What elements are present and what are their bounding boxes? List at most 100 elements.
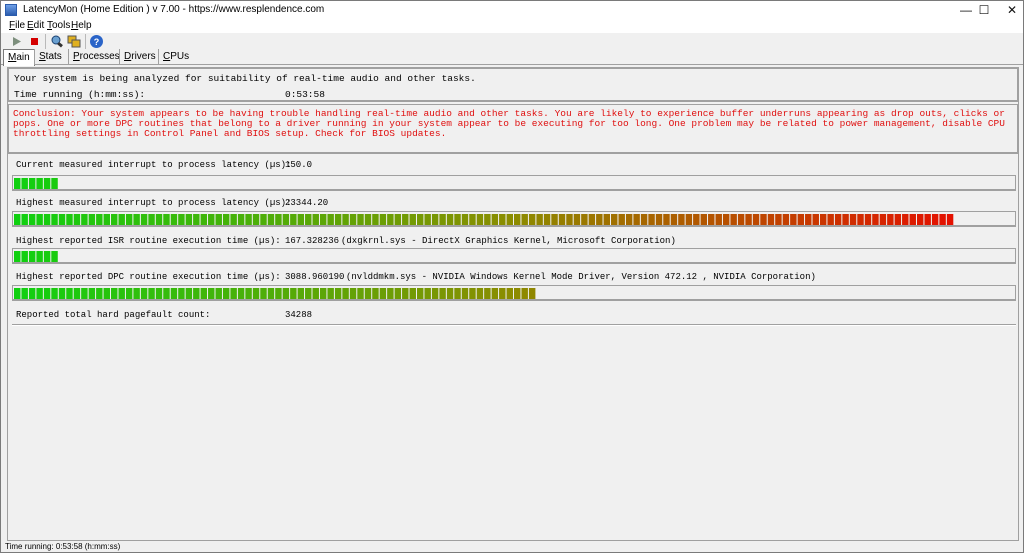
bar-segment xyxy=(439,288,446,299)
bar-segment xyxy=(357,214,364,225)
bar-segment xyxy=(305,288,312,299)
bar-segment xyxy=(245,214,252,225)
bar-segment xyxy=(14,251,21,262)
tab-processes[interactable]: Processes xyxy=(68,49,124,65)
bar-segment xyxy=(43,288,51,299)
toolbar: ? xyxy=(1,33,1023,50)
bar-segment xyxy=(812,214,819,225)
bar-segment xyxy=(902,214,909,225)
bar-segment xyxy=(394,214,402,225)
isr-time-value: 167.328236 xyxy=(285,236,340,246)
bar-segment xyxy=(230,214,237,225)
bar-segment xyxy=(28,251,36,262)
bar-segment xyxy=(514,214,521,225)
bar-segment xyxy=(625,214,633,225)
bar-segment xyxy=(170,214,178,225)
bar-segment xyxy=(215,214,222,225)
bar-segment xyxy=(185,214,193,225)
analyze-icon[interactable] xyxy=(49,34,64,49)
bar-segment xyxy=(155,288,163,299)
bar-segment xyxy=(36,251,43,262)
bar-segment xyxy=(125,214,133,225)
bar-segment xyxy=(797,214,805,225)
tab-stats[interactable]: Stats xyxy=(34,49,66,65)
dpc-time-bar xyxy=(12,285,1016,301)
bar-segment xyxy=(543,214,551,225)
bar-segment xyxy=(939,214,946,225)
bar-segment xyxy=(424,288,431,299)
bar-segment xyxy=(96,214,103,225)
isr-driver-detail: (dxgkrnl.sys - DirectX Graphics Kernel, … xyxy=(341,236,676,246)
dpc-driver-detail: (nvlddmkm.sys - NVIDIA Windows Kernel Mo… xyxy=(346,272,816,282)
analysis-status-box: Your system is being analyzed for suitab… xyxy=(8,68,1018,102)
bar-segment xyxy=(88,214,96,225)
bar-segment xyxy=(916,214,924,225)
bar-segment xyxy=(409,288,416,299)
bar-segment xyxy=(491,288,499,299)
bar-segment xyxy=(237,288,245,299)
bar-segment xyxy=(618,214,625,225)
bar-segment xyxy=(36,214,43,225)
bar-segment xyxy=(21,288,28,299)
bar-segment xyxy=(909,214,916,225)
stop-icon[interactable] xyxy=(27,34,42,49)
bar-segment xyxy=(200,288,208,299)
menu-file[interactable]: File xyxy=(9,20,25,31)
bar-segment xyxy=(931,214,939,225)
menu-edit[interactable]: Edit xyxy=(27,20,44,31)
pagefault-label: Reported total hard pagefault count: xyxy=(16,310,211,320)
bar-segment xyxy=(14,288,21,299)
bar-segment xyxy=(51,178,58,189)
bar-segment xyxy=(551,214,558,225)
menu-help[interactable]: Help xyxy=(71,20,92,31)
tab-main[interactable]: Main xyxy=(3,49,35,66)
play-icon[interactable] xyxy=(9,34,24,49)
bar-segment xyxy=(260,214,267,225)
bar-segment xyxy=(894,214,902,225)
bar-segment xyxy=(752,214,760,225)
bar-segment xyxy=(140,288,148,299)
toolbar-separator xyxy=(45,34,46,49)
bar-segment xyxy=(290,214,297,225)
bar-segment xyxy=(379,288,387,299)
bar-segment xyxy=(588,214,596,225)
bar-segment xyxy=(484,288,491,299)
tab-cpus[interactable]: CPUs xyxy=(158,49,193,65)
bar-segment xyxy=(14,214,21,225)
bar-segment xyxy=(655,214,663,225)
bar-segment xyxy=(267,214,275,225)
current-latency-bar xyxy=(12,175,1016,191)
bar-segment xyxy=(506,288,513,299)
close-button[interactable]: ✕ xyxy=(993,1,1024,19)
tab-drivers[interactable]: Drivers xyxy=(119,49,160,65)
bar-segment xyxy=(297,288,305,299)
help-icon[interactable]: ? xyxy=(89,34,104,49)
bar-segment xyxy=(737,214,745,225)
bar-segment xyxy=(260,288,267,299)
bar-segment xyxy=(461,214,469,225)
bar-segment xyxy=(573,214,581,225)
highest-latency-bar-fill xyxy=(14,214,954,225)
bar-segment xyxy=(827,214,834,225)
bar-segment xyxy=(342,214,349,225)
menu-tools[interactable]: Tools xyxy=(47,20,70,31)
bar-segment xyxy=(603,214,611,225)
bar-segment xyxy=(528,214,536,225)
bar-segment xyxy=(372,288,379,299)
bar-segment xyxy=(51,251,58,262)
time-running-value: 0:53:58 xyxy=(285,89,325,100)
isr-time-bar xyxy=(12,248,1016,264)
bar-segment xyxy=(125,288,133,299)
bar-segment xyxy=(111,288,118,299)
bar-segment xyxy=(222,288,230,299)
bar-segment xyxy=(200,214,208,225)
bar-segment xyxy=(849,214,857,225)
current-latency-value: 150.0 xyxy=(285,160,313,170)
bar-segment xyxy=(185,288,193,299)
bar-segment xyxy=(745,214,752,225)
bar-segment xyxy=(81,214,88,225)
bar-segment xyxy=(245,288,252,299)
bar-segment xyxy=(43,251,51,262)
bar-segment xyxy=(499,288,506,299)
windows-icon[interactable] xyxy=(67,34,82,49)
